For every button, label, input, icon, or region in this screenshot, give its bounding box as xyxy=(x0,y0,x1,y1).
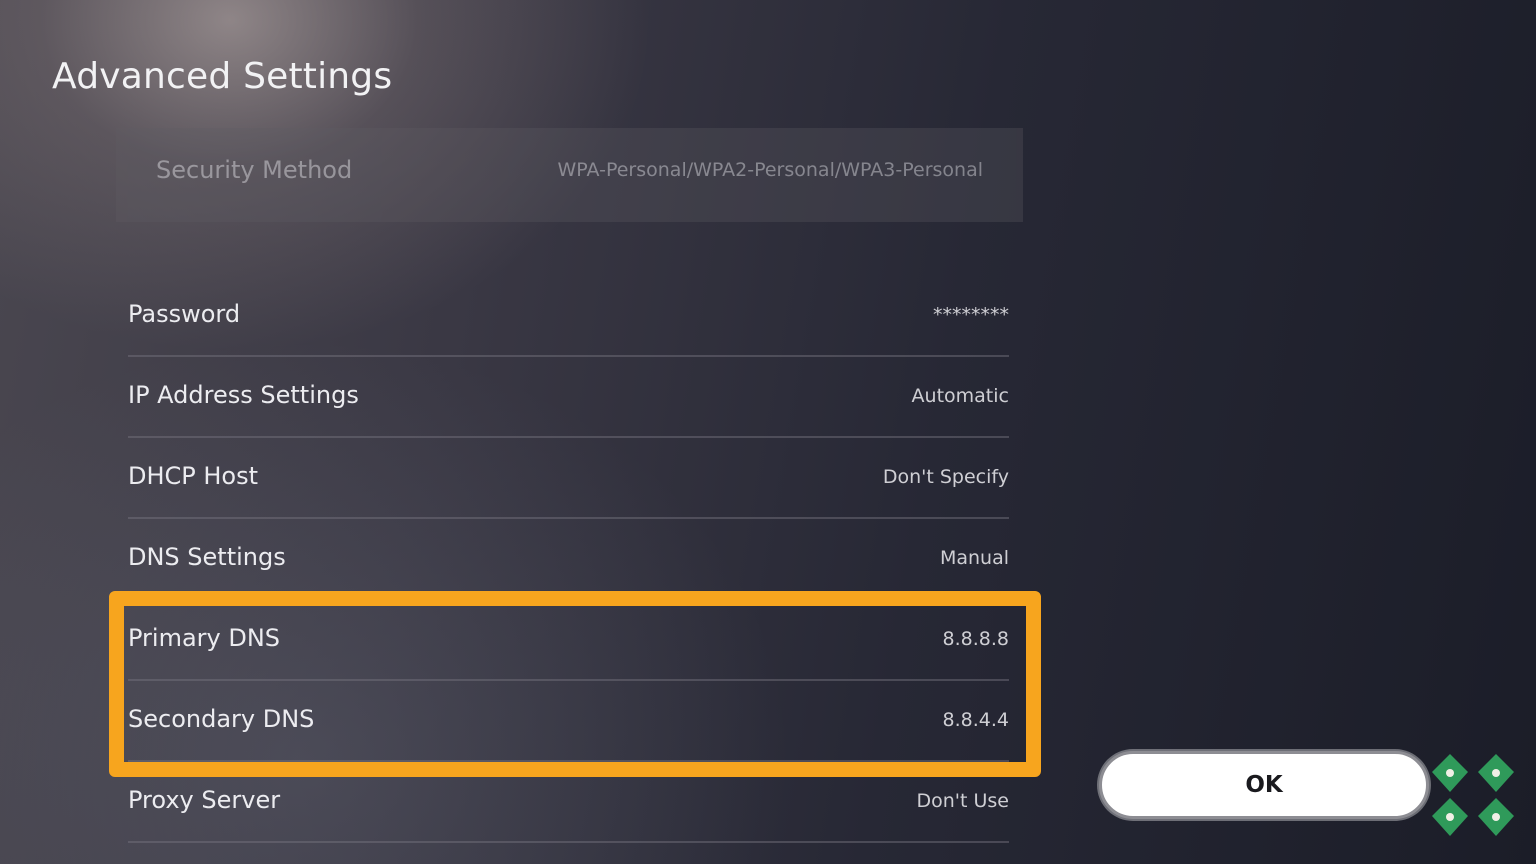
setting-label: IP Address Settings xyxy=(128,381,359,409)
settings-list: Password ******** IP Address Settings Au… xyxy=(128,276,1009,843)
setting-label: Primary DNS xyxy=(128,624,281,652)
setting-value: Manual xyxy=(939,547,1009,569)
setting-row-dhcp-host[interactable]: DHCP Host Don't Specify xyxy=(128,438,1009,519)
settings-list-top: Security Method WPA-Personal/WPA2-Person… xyxy=(116,128,1023,222)
setting-label: Security Method xyxy=(156,156,353,184)
setting-row-security-method[interactable]: Security Method WPA-Personal/WPA2-Person… xyxy=(116,128,1023,222)
setting-value: 8.8.8.8 xyxy=(942,628,1009,650)
setting-value: Don't Specify xyxy=(882,466,1009,488)
setting-label: Secondary DNS xyxy=(128,705,315,733)
setting-label: DNS Settings xyxy=(128,543,286,571)
four-leaf-logo-icon xyxy=(1432,754,1514,836)
setting-label: DHCP Host xyxy=(128,462,259,490)
setting-value: 8.8.4.4 xyxy=(942,709,1009,731)
page-title: Advanced Settings xyxy=(52,56,393,97)
setting-value: WPA-Personal/WPA2-Personal/WPA3-Personal xyxy=(557,159,983,181)
setting-row-secondary-dns[interactable]: Secondary DNS 8.8.4.4 xyxy=(128,681,1009,762)
setting-value: Don't Use xyxy=(916,790,1009,812)
setting-label: Proxy Server xyxy=(128,786,281,814)
setting-row-dns-settings[interactable]: DNS Settings Manual xyxy=(128,519,1009,600)
ok-button[interactable]: OK xyxy=(1099,751,1429,819)
setting-value: ******** xyxy=(933,304,1009,326)
setting-value: Automatic xyxy=(911,385,1009,407)
setting-label: Password xyxy=(128,300,241,328)
setting-row-proxy-server[interactable]: Proxy Server Don't Use xyxy=(128,762,1009,843)
setting-row-primary-dns[interactable]: Primary DNS 8.8.8.8 xyxy=(128,600,1009,681)
setting-row-password[interactable]: Password ******** xyxy=(128,276,1009,357)
setting-row-ip-address-settings[interactable]: IP Address Settings Automatic xyxy=(128,357,1009,438)
